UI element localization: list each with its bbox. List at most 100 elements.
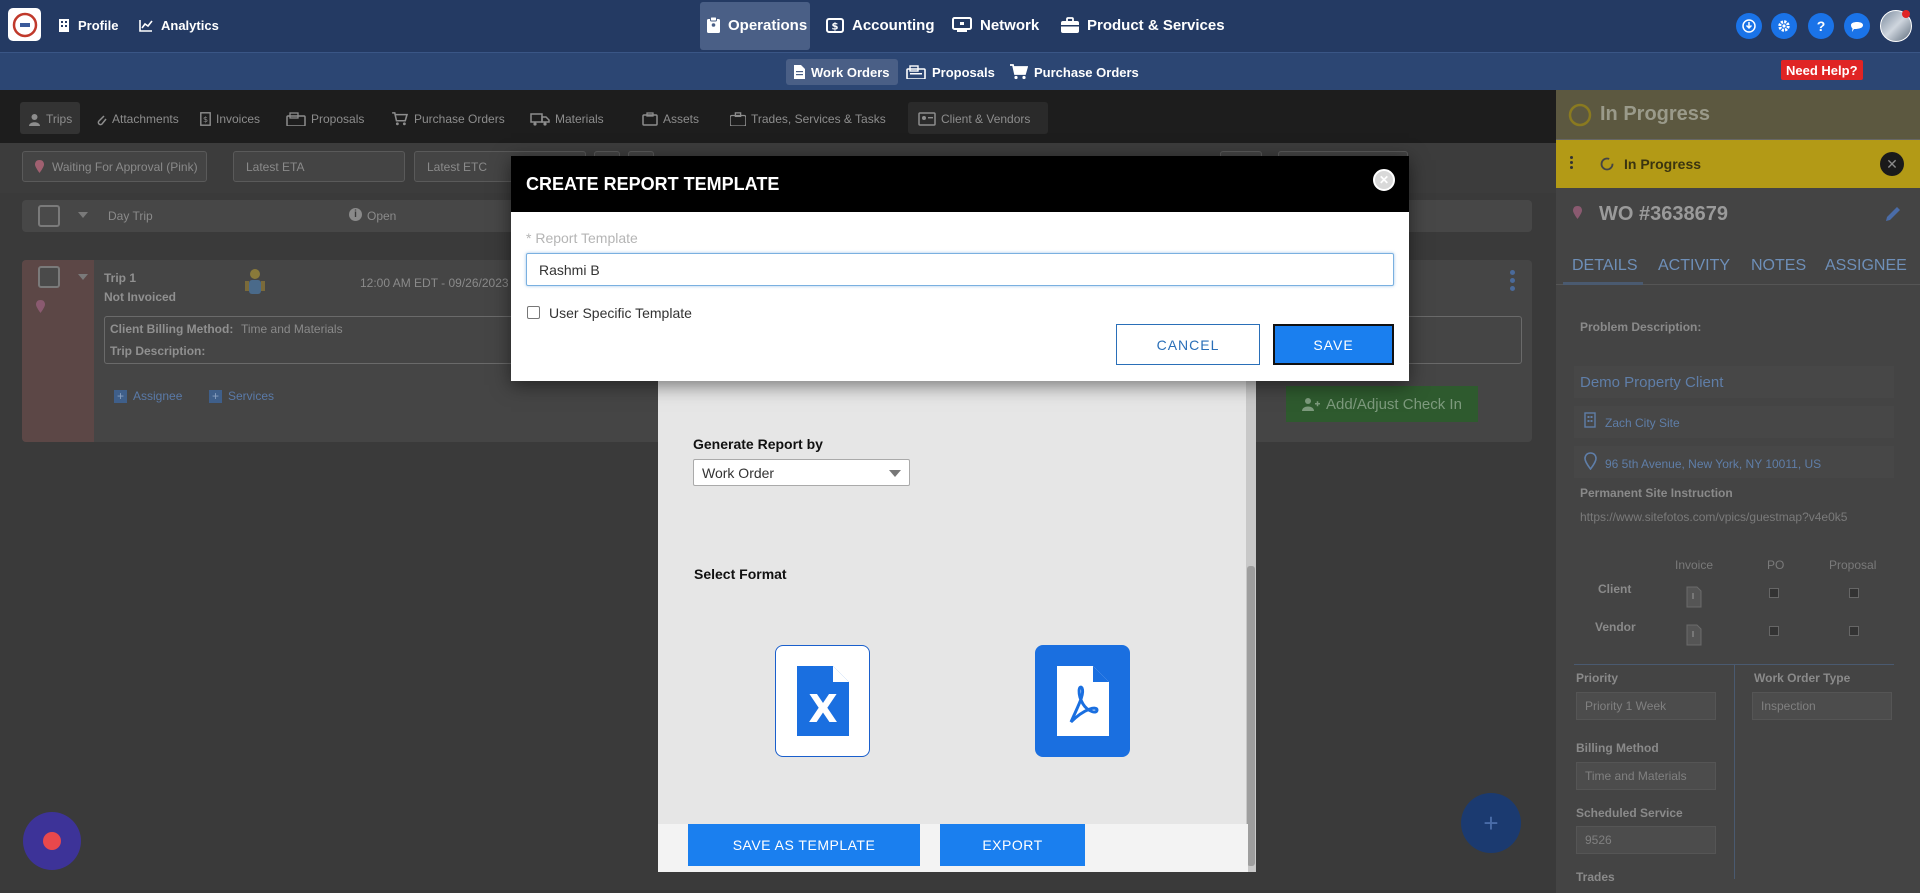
column-divider — [1734, 664, 1735, 879]
billing-method-field[interactable]: Time and Materials — [1576, 762, 1716, 790]
scheduled-service-value: 9526 — [1585, 833, 1612, 847]
chat-launcher-button[interactable] — [23, 812, 81, 870]
services-label: Services — [228, 389, 275, 403]
edit-pencil-icon[interactable] — [1884, 205, 1902, 223]
top-navigation-bar: Profile Analytics Operations $ Accountin… — [0, 0, 1920, 52]
nav-profile[interactable]: Profile — [58, 0, 118, 50]
tab-details[interactable]: DETAILS — [1572, 257, 1638, 275]
client-link[interactable]: Demo Property Client — [1580, 374, 1723, 391]
pdf-format-option[interactable] — [1035, 645, 1130, 757]
download-button[interactable] — [1736, 13, 1762, 39]
document-icon[interactable] — [1686, 586, 1702, 608]
report-template-input[interactable]: Rashmi B — [526, 253, 1394, 286]
tab-materials[interactable]: Materials — [524, 106, 610, 132]
tab-proposals[interactable]: Proposals — [280, 106, 370, 132]
need-help-badge[interactable]: Need Help? — [1781, 60, 1863, 80]
subnav-purchase-orders-label: Purchase Orders — [1034, 64, 1139, 80]
subnav-proposals-label: Proposals — [932, 64, 995, 80]
tab-purchase-orders[interactable]: Purchase Orders — [385, 106, 511, 132]
dialog-close-button[interactable]: ✕ — [1373, 169, 1395, 191]
tab-assets-label: Assets — [663, 112, 700, 126]
tab-assignee[interactable]: ASSIGNEE — [1825, 257, 1907, 275]
excel-format-option[interactable]: X — [775, 645, 870, 757]
company-logo[interactable] — [8, 8, 41, 41]
scrollbar-thumb[interactable] — [1247, 566, 1255, 866]
nav-analytics[interactable]: Analytics — [139, 0, 219, 50]
add-adjust-check-in-button[interactable]: Add/Adjust Check In — [1286, 386, 1478, 422]
help-button[interactable]: ? — [1808, 13, 1834, 39]
latest-eta-input[interactable]: Latest ETA — [233, 151, 405, 182]
vendor-proposal-checkbox[interactable] — [1849, 626, 1859, 636]
priority-field[interactable]: Priority 1 Week — [1576, 692, 1716, 720]
cancel-button[interactable]: CANCEL — [1116, 324, 1260, 365]
clipboard-icon — [707, 17, 720, 33]
vendor-po-checkbox[interactable] — [1769, 626, 1779, 636]
invoice-icon: $ — [200, 112, 211, 126]
site-link[interactable]: Zach City Site — [1605, 416, 1680, 430]
scheduled-service-field[interactable]: 9526 — [1576, 826, 1716, 854]
cart-icon — [392, 112, 409, 126]
chat-button[interactable] — [1844, 13, 1870, 39]
close-icon: ✕ — [1886, 155, 1898, 172]
site-instruction-url[interactable]: https://www.sitefotos.com/vpics/guestmap… — [1580, 510, 1847, 524]
nav-accounting[interactable]: $ Accounting — [826, 0, 935, 50]
nav-operations-content[interactable]: Operations — [707, 0, 807, 50]
client-po-checkbox[interactable] — [1769, 588, 1779, 598]
subnav-purchase-orders[interactable]: Purchase Orders — [1002, 59, 1147, 85]
tab-trips[interactable]: Trips — [22, 106, 78, 132]
nav-network[interactable]: Network — [952, 0, 1039, 50]
export-button[interactable]: EXPORT — [940, 824, 1085, 866]
day-trip-checkbox[interactable] — [38, 205, 60, 227]
proposal-icon — [286, 112, 306, 126]
status-filter[interactable]: Waiting For Approval (Pink) — [22, 151, 207, 182]
tab-client-vendors[interactable]: Client & Vendors — [912, 106, 1036, 132]
tab-trades[interactable]: Trades, Services & Tasks — [724, 106, 892, 132]
client-billing-label: Client Billing Method: — [110, 322, 234, 336]
save-as-template-button[interactable]: SAVE AS TEMPLATE — [688, 824, 920, 866]
tab-materials-label: Materials — [555, 112, 604, 126]
trip-time: 12:00 AM EDT - 09/26/2023 — [360, 276, 509, 290]
add-services-button[interactable]: + Services — [209, 389, 274, 403]
wo-type-field[interactable]: Inspection — [1752, 692, 1892, 720]
close-panel-button[interactable]: ✕ — [1880, 152, 1904, 176]
client-billing-value: Time and Materials — [241, 322, 343, 336]
add-assignee-button[interactable]: + Assignee — [114, 389, 182, 403]
trip-checkbox[interactable] — [38, 266, 60, 288]
nav-product-services[interactable]: Product & Services — [1061, 0, 1225, 50]
building-icon — [59, 18, 69, 32]
chevron-down-icon[interactable] — [78, 212, 88, 218]
nav-operations-label: Operations — [728, 16, 808, 34]
user-specific-checkbox[interactable] — [527, 306, 540, 319]
close-icon: ✕ — [1378, 173, 1390, 187]
spinner-icon — [1568, 103, 1592, 127]
briefcase-icon — [730, 112, 746, 126]
address-link[interactable]: 96 5th Avenue, New York, NY 10011, US — [1605, 457, 1821, 471]
floating-add-button[interactable]: + — [1461, 793, 1521, 853]
wo-type-value: Inspection — [1761, 699, 1816, 713]
subnav-proposals[interactable]: Proposals — [898, 59, 1003, 85]
tab-assets[interactable]: Assets — [636, 106, 705, 132]
trip-chevron-down-icon[interactable] — [78, 274, 88, 280]
assignee-label: Assignee — [133, 389, 183, 403]
status-menu-icon[interactable] — [1570, 156, 1573, 169]
tab-notes[interactable]: NOTES — [1751, 257, 1806, 275]
priority-label: Priority — [1576, 671, 1619, 685]
generate-report-select[interactable]: Work Order — [693, 459, 910, 486]
subnav-work-orders[interactable]: Work Orders — [786, 59, 898, 85]
save-button[interactable]: SAVE — [1273, 324, 1394, 365]
nav-accounting-label: Accounting — [852, 16, 935, 34]
client-proposal-checkbox[interactable] — [1849, 588, 1859, 598]
tab-invoices[interactable]: $ Invoices — [194, 106, 266, 132]
money-icon: $ — [826, 18, 844, 33]
tab-activity[interactable]: ACTIVITY — [1658, 257, 1730, 275]
user-add-icon — [1302, 398, 1321, 411]
tab-attachments[interactable]: Attachments — [89, 106, 185, 132]
settings-button[interactable] — [1771, 13, 1797, 39]
status-header-label: In Progress — [1600, 103, 1711, 125]
plus-icon: + — [1483, 807, 1499, 838]
document-icon[interactable] — [1686, 624, 1702, 646]
dot-icon — [1510, 286, 1515, 291]
svg-text:X: X — [808, 687, 837, 731]
trip-more-menu[interactable] — [1510, 270, 1515, 291]
status-filter-label: Waiting For Approval (Pink) — [52, 159, 198, 174]
